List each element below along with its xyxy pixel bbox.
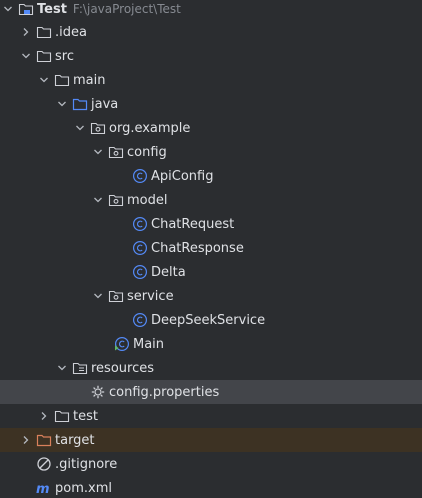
tree-item-label: .gitignore: [55, 456, 118, 472]
java-class-icon: [132, 216, 148, 232]
java-class-icon: [132, 264, 148, 280]
java-class-icon: [132, 168, 148, 184]
tree-row-project-test[interactable]: Test F:\javaProject\Test: [0, 0, 422, 21]
tree-item-label: pom.xml: [55, 480, 112, 496]
project-folder-icon: [18, 1, 34, 17]
folder-icon: [36, 24, 52, 40]
package-icon: [108, 288, 124, 304]
tree-item-label: main: [73, 72, 106, 88]
tree-row-test[interactable]: test: [0, 404, 422, 428]
chevron-down-icon[interactable]: [90, 144, 106, 160]
tree-item-label: java: [91, 96, 119, 112]
tree-row-gitignore[interactable]: .gitignore: [0, 452, 422, 476]
package-icon: [90, 120, 106, 136]
chevron-down-icon[interactable]: [72, 120, 88, 136]
chevron-right-icon[interactable]: [18, 24, 34, 40]
chevron-down-icon[interactable]: [36, 72, 52, 88]
tree-item-label: org.example: [109, 120, 191, 136]
chevron-right-icon[interactable]: [36, 408, 52, 424]
chevron-down-icon[interactable]: [18, 48, 34, 64]
tree-item-label: DeepSeekService: [151, 312, 266, 328]
tree-row-config[interactable]: config: [0, 140, 422, 164]
chevron-down-icon[interactable]: [54, 96, 70, 112]
tree-item-label: ChatResponse: [151, 240, 244, 256]
tree-row-target[interactable]: target: [0, 428, 422, 452]
svg-text:m: m: [36, 482, 50, 496]
tree-item-label: target: [55, 432, 95, 448]
java-class-icon: [132, 312, 148, 328]
chevron-right-icon[interactable]: [18, 432, 34, 448]
properties-file-icon: [90, 384, 106, 400]
tree-item-label: ChatRequest: [151, 216, 235, 232]
tree-row-org-example[interactable]: org.example: [0, 116, 422, 140]
tree-row-main[interactable]: main: [0, 68, 422, 92]
tree-row-model[interactable]: model: [0, 188, 422, 212]
folder-icon: [36, 48, 52, 64]
tree-item-label: model: [127, 192, 168, 208]
package-icon: [108, 144, 124, 160]
tree-row-delta[interactable]: Delta: [0, 260, 422, 284]
tree-row-chatrequest[interactable]: ChatRequest: [0, 212, 422, 236]
chevron-down-icon[interactable]: [0, 1, 16, 17]
tree-item-label: resources: [91, 360, 155, 376]
tree-row-src[interactable]: src: [0, 44, 422, 68]
tree-row-idea[interactable]: .idea: [0, 20, 422, 44]
gitignore-file-icon: [36, 456, 52, 472]
tree-item-label: Delta: [151, 264, 186, 280]
tree-item-label: .idea: [55, 24, 87, 40]
maven-file-icon: m: [36, 480, 52, 496]
source-root-folder-icon: [72, 96, 88, 112]
tree-item-label: config: [127, 144, 167, 160]
tree-row-apiconfig[interactable]: ApiConfig: [0, 164, 422, 188]
project-name: Test: [37, 1, 67, 17]
excluded-folder-icon: [36, 432, 52, 448]
tree-row-service[interactable]: service: [0, 284, 422, 308]
tree-item-label: test: [73, 408, 98, 424]
tree-item-label: Main: [133, 336, 165, 352]
resources-folder-icon: [72, 360, 88, 376]
tree-row-main-class[interactable]: Main: [0, 332, 422, 356]
tree-row-deepseekservice[interactable]: DeepSeekService: [0, 308, 422, 332]
folder-icon: [54, 72, 70, 88]
folder-icon: [54, 408, 70, 424]
tree-row-chatresponse[interactable]: ChatResponse: [0, 236, 422, 260]
tree-row-pom-xml[interactable]: m pom.xml: [0, 476, 422, 498]
chevron-down-icon[interactable]: [90, 192, 106, 208]
tree-item-label: service: [127, 288, 174, 304]
java-main-class-icon: [114, 336, 130, 352]
chevron-down-icon[interactable]: [54, 360, 70, 376]
tree-row-resources[interactable]: resources: [0, 356, 422, 380]
tree-item-label: src: [55, 48, 74, 64]
tree-item-label: config.properties: [109, 384, 220, 400]
project-tree: Test F:\javaProject\Test .idea src main: [0, 0, 422, 498]
tree-row-config-properties[interactable]: config.properties: [0, 380, 422, 404]
package-icon: [108, 192, 124, 208]
tree-row-java[interactable]: java: [0, 92, 422, 116]
chevron-down-icon[interactable]: [90, 288, 106, 304]
tree-item-label: ApiConfig: [151, 168, 214, 184]
project-path: F:\javaProject\Test: [72, 2, 181, 16]
java-class-icon: [132, 240, 148, 256]
